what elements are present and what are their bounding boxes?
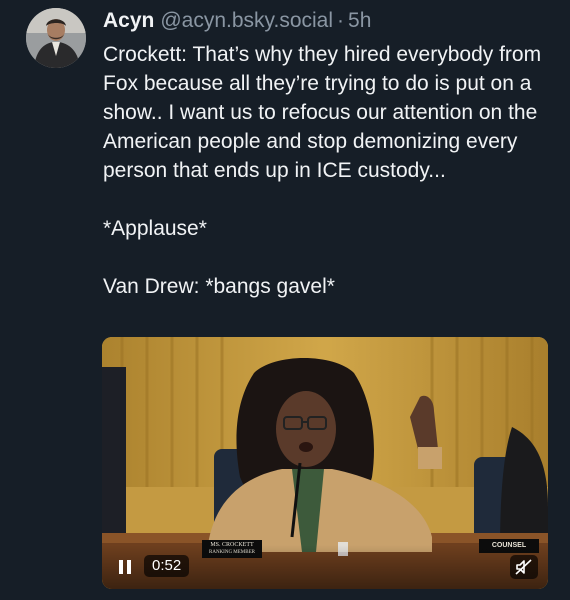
- post: Acyn @acyn.bsky.social · 5h Crockett: That’…: [0, 0, 570, 600]
- post-time[interactable]: 5h: [348, 9, 371, 32]
- mute-button[interactable]: [510, 555, 538, 579]
- avatar-photo: [26, 8, 86, 68]
- author-handle[interactable]: @acyn.bsky.social: [160, 9, 333, 32]
- pause-button[interactable]: [112, 555, 138, 579]
- video-timestamp: 0:52: [144, 555, 190, 577]
- pause-icon: [119, 560, 131, 574]
- post-paragraph: *Applause*: [103, 217, 207, 240]
- post-header: Acyn @acyn.bsky.social · 5h: [103, 8, 371, 34]
- post-paragraph: Crockett: That’s why they hired everybod…: [103, 43, 542, 182]
- separator-dot: ·: [337, 9, 345, 32]
- muted-speaker-icon: [515, 559, 532, 575]
- author-avatar[interactable]: [26, 8, 86, 68]
- post-text: Crockett: That’s why they hired everybod…: [103, 40, 548, 301]
- video-player[interactable]: MS. CROCKETT RANKING MEMBER COUNSEL 0:52: [102, 337, 548, 589]
- author-name[interactable]: Acyn: [103, 9, 154, 32]
- post-paragraph: Van Drew: *bangs gavel*: [103, 275, 335, 298]
